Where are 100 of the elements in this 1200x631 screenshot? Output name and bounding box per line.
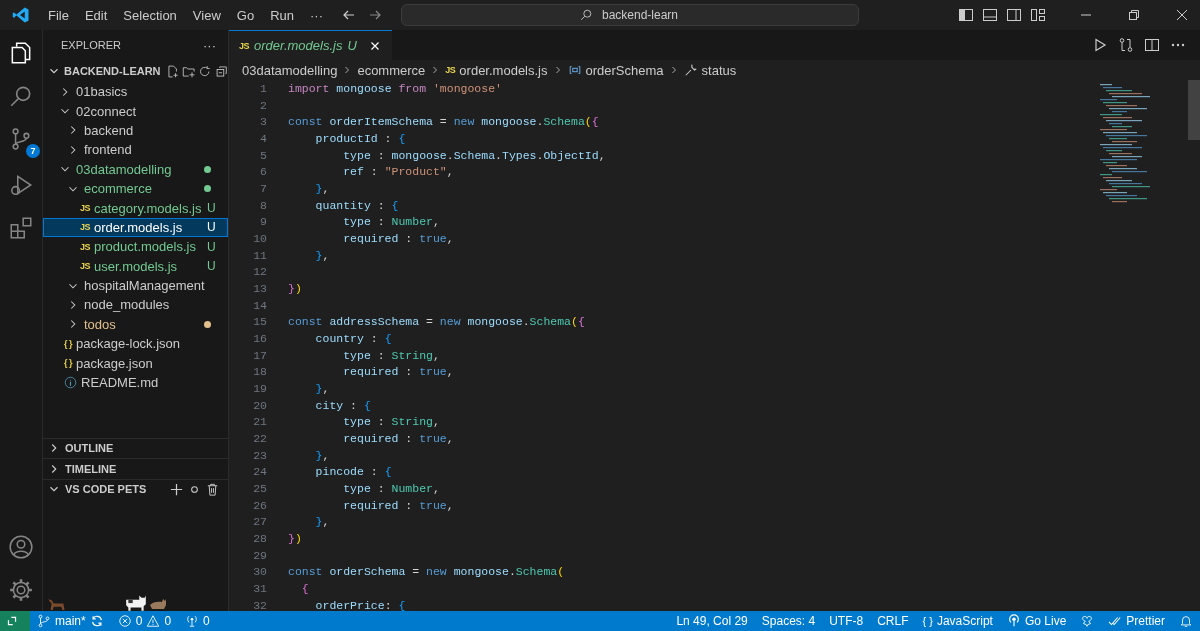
- prettier-status[interactable]: Prettier: [1126, 614, 1165, 628]
- panel-header[interactable]: OUTLINE: [43, 437, 228, 458]
- file-tree-item[interactable]: JS product.models.js U: [43, 237, 228, 257]
- code-line: productId : {: [314, 131, 406, 145]
- breadcrumb-item[interactable]: order.models.js: [459, 62, 548, 78]
- cursor-position[interactable]: Ln 49, Col 29: [669, 614, 755, 628]
- file-tree-item[interactable]: ecommerce: [43, 178, 228, 199]
- line-number: 20: [252, 398, 267, 412]
- code-line: pincode : {: [314, 465, 392, 479]
- git-status-letter: U: [207, 259, 217, 274]
- file-tree-item[interactable]: 01basics: [43, 82, 228, 102]
- code-line: country : {: [314, 331, 392, 345]
- file-tree-item[interactable]: { } package.json: [43, 353, 228, 373]
- line-number: 6: [259, 165, 267, 179]
- more-actions-button[interactable]: ···: [203, 37, 216, 53]
- line-number: 21: [252, 415, 267, 429]
- code-line: type : mongoose.Schema.Types.ObjectId,: [342, 148, 606, 162]
- command-center-field[interactable]: backend-learn: [401, 4, 859, 26]
- line-number: 26: [252, 498, 267, 512]
- file-tree-item[interactable]: { } package-lock.json: [43, 334, 228, 354]
- code-line: },: [314, 248, 330, 262]
- line-number: 10: [252, 231, 267, 245]
- line-number: 5: [259, 148, 267, 162]
- file-name: frontend: [84, 142, 133, 158]
- code-line: required : true,: [342, 498, 454, 512]
- line-number: 16: [252, 331, 267, 345]
- line-number: 9: [259, 215, 267, 229]
- line-number: 23: [252, 448, 267, 462]
- ports-status[interactable]: 0: [178, 614, 217, 628]
- explorer-title: EXPLORER: [61, 39, 121, 51]
- line-number: 25: [252, 481, 267, 495]
- notification-badge: 7: [26, 144, 40, 158]
- encoding-setting[interactable]: UTF-8: [822, 614, 871, 628]
- breadcrumb-item[interactable]: status: [701, 62, 737, 78]
- file-tree-item[interactable]: hospitalManagement: [43, 275, 228, 296]
- file-name: README.md: [81, 375, 160, 391]
- file-tree-item[interactable]: frontend: [43, 140, 228, 160]
- line-number: 15: [252, 315, 267, 329]
- code-line: const addressSchema = new mongoose.Schema({: [288, 315, 585, 329]
- git-status-letter: U: [207, 220, 217, 235]
- folder-root[interactable]: BACKEND-LEARN: [64, 65, 161, 77]
- code-line: },: [314, 515, 330, 529]
- git-status-letter: U: [207, 201, 217, 216]
- file-tree-item[interactable]: JS category.models.js U: [43, 198, 228, 218]
- code-line: city : {: [314, 398, 371, 412]
- file-name: user.models.js: [94, 258, 179, 274]
- file-tree-item[interactable]: JS user.models.js U: [43, 256, 228, 276]
- menu-item[interactable]: Go: [228, 7, 263, 23]
- indentation-setting[interactable]: Spaces: 4: [754, 614, 823, 628]
- line-number: 30: [252, 565, 267, 579]
- file-type-icon: JS: [80, 222, 90, 233]
- port-count: 0: [203, 614, 210, 628]
- file-tree-item[interactable]: README.md: [43, 372, 228, 393]
- file-name: 01basics: [76, 84, 129, 100]
- language-mode[interactable]: JavaScript: [936, 614, 993, 628]
- file-name: order.models.js: [94, 219, 184, 235]
- breadcrumb-item[interactable]: 03datamodelling: [242, 62, 338, 78]
- code-line: type : String,: [342, 348, 440, 362]
- warning-count: 0: [164, 614, 172, 628]
- menu-item[interactable]: Edit: [76, 7, 116, 23]
- problems-status[interactable]: 0 0: [110, 614, 179, 628]
- menu-item[interactable]: File: [40, 7, 77, 23]
- line-number: 7: [259, 181, 267, 195]
- line-number: 27: [252, 515, 267, 529]
- file-tree-item[interactable]: 03datamodelling: [43, 159, 228, 179]
- breadcrumb-item[interactable]: orderSchema: [585, 62, 664, 78]
- file-tree-item[interactable]: backend: [43, 120, 228, 141]
- git-status-letter: U: [207, 239, 217, 254]
- go-live-button[interactable]: Go Live: [1024, 614, 1067, 628]
- file-name: product.models.js: [94, 239, 197, 255]
- panel-header[interactable]: TIMELINE: [43, 458, 228, 479]
- menu-item[interactable]: Selection: [115, 7, 185, 23]
- file-tree-item[interactable]: todos: [43, 314, 228, 335]
- menu-item[interactable]: ···: [302, 7, 331, 23]
- menu-item[interactable]: Run: [262, 7, 302, 23]
- line-number: 11: [252, 248, 267, 262]
- file-tree-item[interactable]: node_modules: [43, 295, 228, 315]
- line-number: 32: [252, 598, 267, 611]
- code-line: const orderItemSchema = new mongoose.Schema({: [288, 115, 599, 129]
- line-number: 1: [259, 81, 267, 95]
- branch-status[interactable]: main*: [30, 614, 111, 628]
- file-name: 02connect: [76, 103, 137, 119]
- error-count: 0: [135, 614, 143, 628]
- breadcrumb-item[interactable]: ecommerce: [357, 62, 426, 78]
- file-type-icon: JS: [80, 261, 90, 272]
- line-ending-setting[interactable]: CRLF: [870, 614, 916, 628]
- file-tree-item[interactable]: 02connect: [43, 101, 228, 121]
- file-type-icon: { }: [64, 338, 72, 349]
- menu-item[interactable]: View: [184, 7, 229, 23]
- file-type-icon: JS: [445, 65, 456, 75]
- file-name: todos: [84, 316, 117, 332]
- code-line: {: [300, 582, 309, 595]
- file-type-icon: { }: [64, 358, 72, 369]
- code-line: quantity : {: [314, 198, 399, 212]
- line-number: 8: [259, 198, 267, 212]
- panel-header[interactable]: VS CODE PETS: [43, 478, 228, 499]
- file-name: backend: [84, 122, 135, 138]
- file-tree-item[interactable]: JS order.models.js U: [43, 217, 228, 238]
- line-number: 4: [259, 131, 267, 145]
- editor-tab[interactable]: JS order.models.js U: [229, 30, 392, 60]
